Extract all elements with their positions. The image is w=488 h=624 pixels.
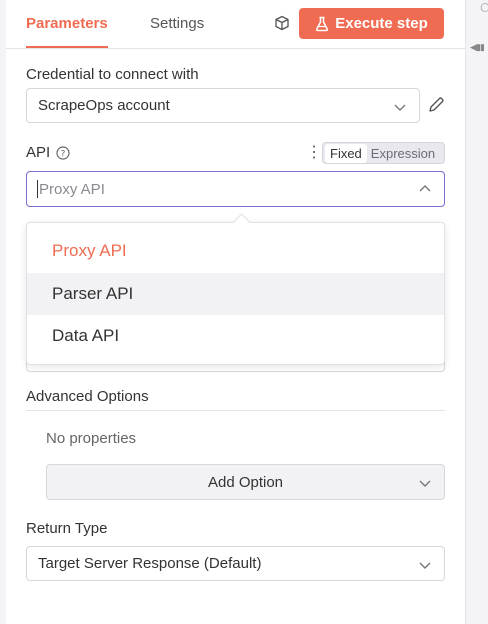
add-option-label: Add Option xyxy=(207,473,284,491)
advanced-options-label: Advanced Options xyxy=(26,388,149,405)
adjacent-panel-edge: C ◀▮▮ xyxy=(466,0,488,624)
chevron-up-icon xyxy=(419,185,431,192)
dropdown-pointer xyxy=(232,213,251,232)
help-icon[interactable]: ? xyxy=(56,146,70,160)
dropdown-option-parser-api[interactable]: Parser API xyxy=(27,273,444,315)
execute-step-label: Execute step xyxy=(335,15,428,32)
credential-label: Credential to connect with xyxy=(26,66,199,83)
tab-parameters[interactable]: Parameters xyxy=(26,0,108,48)
credential-value: ScrapeOps account xyxy=(38,97,170,114)
tab-bar: Parameters Settings Execute step xyxy=(6,0,465,49)
return-type-select[interactable]: Target Server Response (Default) xyxy=(26,546,445,581)
cutoff-tab-text: C xyxy=(480,0,488,15)
api-select-input[interactable]: Proxy API xyxy=(26,171,445,207)
api-label: API xyxy=(26,144,51,161)
cube-icon[interactable] xyxy=(274,15,290,31)
tab-settings[interactable]: Settings xyxy=(150,0,204,47)
dropdown-option-data-api[interactable]: Data API xyxy=(27,315,444,357)
text-caret xyxy=(37,180,38,198)
chevron-down-icon xyxy=(419,480,431,487)
return-type-label: Return Type xyxy=(26,520,108,537)
node-parameters-panel: Parameters Settings Execute step Credent… xyxy=(6,0,466,624)
options-menu-icon[interactable]: ⋮ xyxy=(306,144,322,162)
mode-fixed[interactable]: Fixed xyxy=(325,143,367,163)
no-properties-text: No properties xyxy=(46,430,137,447)
mode-expression[interactable]: Expression xyxy=(367,146,435,161)
pencil-icon[interactable] xyxy=(427,96,445,114)
advanced-options-header: Advanced Options xyxy=(26,388,445,411)
return-type-value: Target Server Response (Default) xyxy=(38,555,262,572)
flask-icon xyxy=(316,16,329,31)
chevron-down-icon xyxy=(419,562,431,569)
add-option-button[interactable]: Add Option xyxy=(46,464,445,500)
execute-step-button[interactable]: Execute step xyxy=(299,8,444,39)
credential-select[interactable]: ScrapeOps account xyxy=(26,88,420,123)
api-dropdown-menu: Proxy API Parser API Data API xyxy=(26,213,445,365)
svg-text:?: ? xyxy=(61,150,66,160)
fixed-expression-toggle[interactable]: Fixed Expression xyxy=(322,142,445,164)
chevron-down-icon xyxy=(394,104,406,111)
drag-handle-icon[interactable]: ◀▮▮ xyxy=(470,42,485,53)
api-input-placeholder: Proxy API xyxy=(39,180,105,198)
dropdown-option-proxy-api[interactable]: Proxy API xyxy=(27,230,444,272)
